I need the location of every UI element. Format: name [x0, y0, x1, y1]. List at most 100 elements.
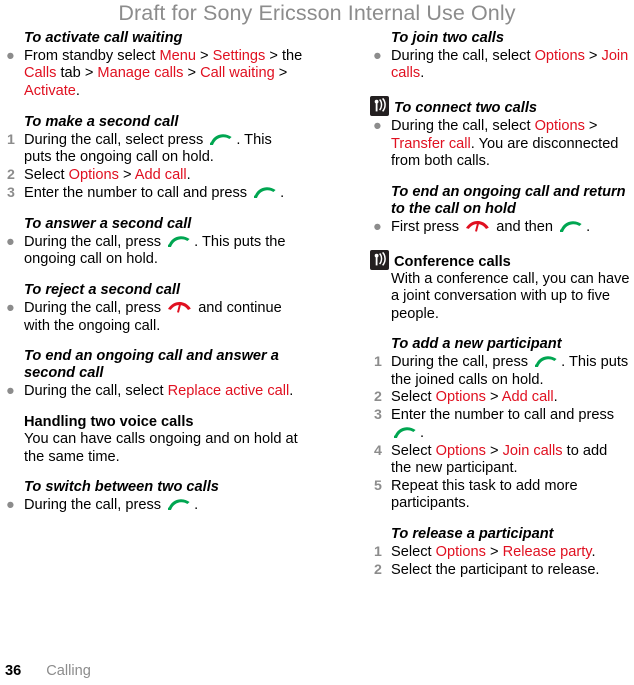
bullet-list: ● During the call, select Replace active …	[3, 383, 303, 400]
list-item: 1 During the call, press . This puts the …	[370, 354, 631, 389]
bullet-marker: ●	[373, 48, 382, 64]
list-item: 2 Select the participant to release.	[370, 562, 631, 579]
menu-path-link[interactable]: Manage calls	[97, 65, 183, 81]
bullet-list: ● From standby select Menu > Settings > t…	[3, 48, 303, 100]
menu-path-link[interactable]: Options	[436, 544, 486, 560]
body-text: >	[485, 544, 503, 561]
menu-path-link[interactable]: Add call	[135, 167, 187, 183]
list-item: ● From standby select Menu > Settings > t…	[3, 48, 303, 100]
right-column: To join two calls ● During the call, selec…	[317, 30, 634, 580]
menu-path-link[interactable]: Settings	[213, 48, 266, 64]
heading-text: To add a new participant	[391, 336, 562, 353]
heading-text: To release a participant	[391, 526, 554, 543]
step-number: 1	[7, 131, 15, 148]
menu-path-link[interactable]: Options	[535, 118, 585, 134]
two-column-body: To activate call waiting ● From standby se…	[0, 30, 634, 580]
bullet-list: ● During the call, select Options > Trans…	[370, 118, 631, 170]
body-text: .	[75, 82, 80, 99]
menu-path-link[interactable]: Activate	[24, 83, 76, 99]
body-text: >	[485, 442, 503, 459]
list-item: 5 Repeat this task to add more participan…	[370, 478, 631, 513]
body-text: Select	[391, 389, 436, 406]
heading-text: To end an ongoing call and answer a seco…	[24, 348, 279, 382]
body-paragraph: You can have calls ongoing and on hold a…	[24, 431, 298, 465]
menu-path-link[interactable]: Options	[69, 167, 119, 183]
left-column: To activate call waiting ● From standby se…	[0, 30, 317, 580]
body-paragraph: With a conference call, you can have a j…	[391, 270, 630, 322]
body-text: First press	[391, 219, 464, 236]
heading-text: To make a second call	[24, 113, 179, 130]
heading-text: To end an ongoing call and return to the…	[391, 184, 626, 218]
list-item: 2 Select Options > Add call.	[370, 389, 631, 406]
green-call-key-icon	[559, 220, 584, 233]
body-text: Enter the number to call and press	[24, 184, 252, 201]
draft-watermark-header: Draft for Sony Ericsson Internal Use Onl…	[118, 1, 516, 25]
bullet-list: ● During the call, press .	[3, 497, 303, 514]
task-heading: To release a participant	[370, 526, 631, 543]
menu-path-link[interactable]: Calls	[24, 65, 56, 81]
menu-path-link[interactable]: Release party	[503, 544, 592, 560]
body-text: .	[420, 424, 425, 441]
manual-page: Draft for Sony Ericsson Internal Use Onl…	[0, 0, 634, 685]
body-text: .	[194, 497, 199, 514]
step-number: 2	[374, 562, 382, 579]
body-text: Select the participant to release.	[391, 562, 600, 579]
bullet-marker: ●	[373, 219, 382, 236]
menu-path-link[interactable]: Menu	[159, 48, 196, 64]
body-text: and then	[492, 219, 558, 236]
menu-path-link[interactable]: Options	[436, 443, 486, 459]
list-item: ● During the call, select Options > Join …	[370, 48, 631, 83]
red-end-call-key-icon	[167, 301, 192, 313]
list-item: ● First press and then .	[370, 219, 631, 236]
body-text: Repeat this task to add more participant…	[391, 478, 578, 512]
list-item: 1 Select Options > Release party.	[370, 544, 631, 561]
list-item: ● During the call, press . This puts the …	[3, 234, 303, 269]
task-heading: To connect two calls	[370, 96, 631, 117]
body-text: Select	[391, 442, 436, 459]
numbered-step-list: 1 During the call, select press . This pu…	[3, 132, 303, 203]
bullet-list: ● During the call, press and continue wit…	[3, 300, 303, 335]
chapter-name: Calling	[46, 663, 91, 679]
menu-path-link[interactable]: Join calls	[503, 443, 563, 459]
task-heading: To end an ongoing call and return to the…	[370, 184, 631, 218]
list-item: ● During the call, select Options > Trans…	[370, 118, 631, 170]
body-text: >	[485, 389, 502, 406]
menu-path-link[interactable]: Options	[535, 48, 585, 64]
bullet-marker: ●	[6, 497, 15, 514]
page-footer: 36 Calling	[5, 663, 91, 679]
body-text: During the call, press	[24, 300, 166, 317]
heading-text: To connect two calls	[394, 100, 537, 117]
body-text: >	[274, 65, 288, 82]
menu-path-link[interactable]: Transfer call	[391, 136, 471, 152]
task-heading: To join two calls	[370, 30, 631, 47]
body-text: During the call, select	[24, 383, 168, 400]
list-item: 2 Select Options > Add call.	[3, 167, 303, 184]
task-heading: To switch between two calls	[3, 479, 303, 496]
menu-path-link[interactable]: Replace active call	[168, 383, 290, 399]
task-heading: To end an ongoing call and answer a seco…	[3, 348, 303, 382]
bullet-marker: ●	[6, 48, 15, 64]
green-call-key-icon	[253, 186, 278, 198]
heading-text: To join two calls	[391, 30, 504, 46]
body-text: >	[195, 48, 213, 64]
body-text: .	[280, 184, 285, 201]
body-text: Select	[24, 167, 69, 184]
menu-path-link[interactable]: Call waiting	[200, 65, 275, 81]
operator-network-icon	[370, 249, 389, 270]
step-number: 1	[374, 544, 382, 561]
body-text: tab >	[56, 65, 98, 82]
menu-path-link[interactable]: Add call	[502, 389, 554, 405]
body-text: > the	[265, 48, 303, 64]
bullet-marker: ●	[6, 383, 15, 400]
green-call-key-icon	[167, 235, 192, 247]
step-number: 4	[374, 442, 382, 459]
menu-path-link[interactable]: Options	[436, 389, 486, 405]
